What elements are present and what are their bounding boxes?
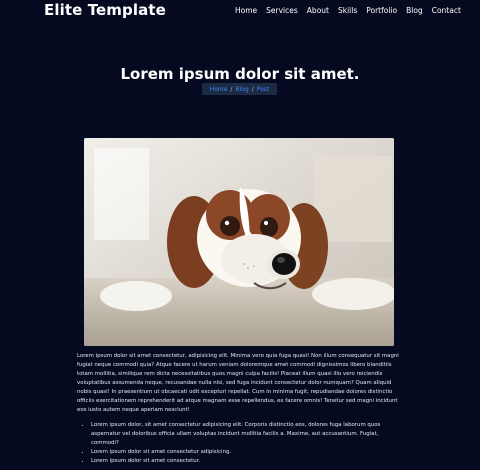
post-image-dog xyxy=(84,138,394,346)
top-navigation-bar: Elite Template Home Services About Skill… xyxy=(0,0,480,24)
post-body: Lorem ipsum dolor sit amet consectetur, … xyxy=(77,352,403,466)
bullet-item: Lorem ipsum dolor sit amet consectetur a… xyxy=(91,448,403,457)
bullet-item: Lorem ipsum dolor sit amet consectetur. xyxy=(91,457,403,466)
post-paragraph: Lorem ipsum dolor sit amet consectetur, … xyxy=(77,353,399,413)
breadcrumb-blog-link[interactable]: Blog xyxy=(235,86,248,93)
nav-blog-link[interactable]: Blog xyxy=(406,6,423,15)
post-bullet-list: Lorem ipsum dolor, sit amet consectetur … xyxy=(77,421,403,466)
breadcrumb-separator: / xyxy=(230,85,233,93)
brand-logo-text[interactable]: Elite Template xyxy=(44,1,166,19)
page: Elite Template Home Services About Skill… xyxy=(0,0,480,470)
nav-about-link[interactable]: About xyxy=(307,6,329,15)
nav-contact-link[interactable]: Contact xyxy=(432,6,461,15)
dog-illustration xyxy=(84,138,394,346)
breadcrumb-home-link[interactable]: Home xyxy=(210,86,228,93)
nav-services-link[interactable]: Services xyxy=(266,6,298,15)
breadcrumb: Home / Blog / Post xyxy=(202,83,277,95)
nav-skills-link[interactable]: Skills xyxy=(338,6,357,15)
page-title: Lorem ipsum dolor sit amet. xyxy=(120,65,360,84)
breadcrumb-current-item: Post xyxy=(256,85,270,93)
nav-portfolio-link[interactable]: Portfolio xyxy=(366,6,397,15)
bullet-item: Lorem ipsum dolor, sit amet consectetur … xyxy=(91,421,403,448)
breadcrumb-separator: / xyxy=(251,85,254,93)
main-nav: Home Services About Skills Portfolio Blo… xyxy=(235,6,461,15)
nav-home-link[interactable]: Home xyxy=(235,6,257,15)
